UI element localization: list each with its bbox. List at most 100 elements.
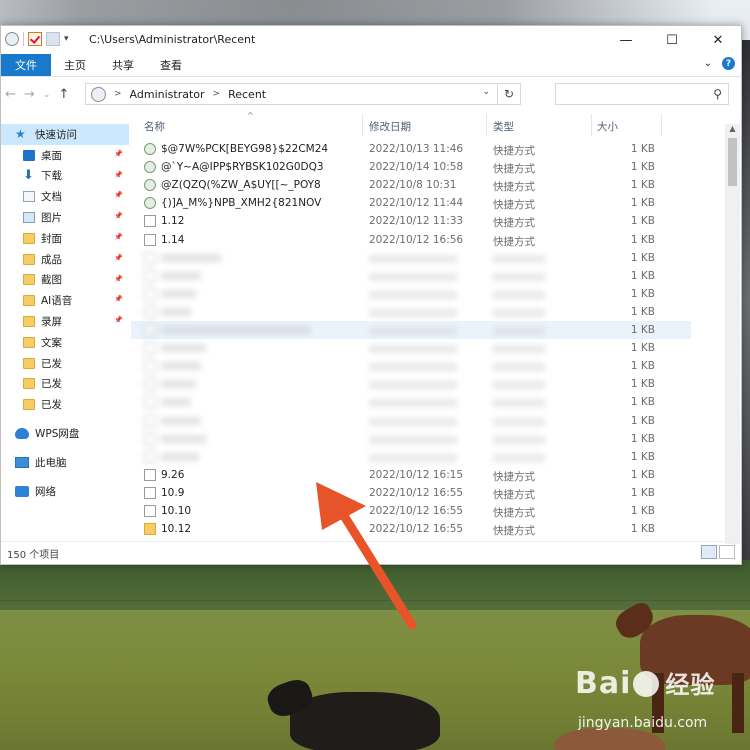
table-row[interactable]: 1 KB xyxy=(131,393,691,411)
file-type: 快捷方式 xyxy=(493,217,535,230)
sidebar-item[interactable]: 桌面 📌 xyxy=(1,145,129,166)
breadcrumb-administrator[interactable]: Administrator xyxy=(130,88,205,101)
table-row[interactable]: {)]A_M%}NPB_XMH2{821NOV 2022/10/12 11:44 快… xyxy=(131,194,691,212)
search-icon[interactable]: ⚲ xyxy=(713,87,722,101)
file-date: 2022/10/12 16:55 xyxy=(369,505,464,517)
sidebar-item-this-pc[interactable]: 此电脑 xyxy=(1,452,129,473)
tab-view[interactable]: 查看 xyxy=(147,54,195,76)
ribbon-tabs: 文件 主页 共享 查看 ⌄ ? xyxy=(1,54,741,77)
new-folder-icon[interactable] xyxy=(46,32,60,46)
table-row[interactable]: 9.26 2022/10/12 16:15 快捷方式 1 KB xyxy=(131,466,691,484)
network-folder-icon xyxy=(5,32,19,46)
refresh-icon[interactable]: ↻ xyxy=(497,84,520,104)
file-name xyxy=(161,253,221,262)
table-row[interactable]: 1 KB xyxy=(131,267,691,285)
sidebar-item-wps-cloud[interactable]: WPS网盘 xyxy=(1,423,129,444)
address-dropdown-icon[interactable]: ⌄ xyxy=(482,87,490,97)
cloud-icon xyxy=(15,428,29,440)
customize-toolbar-dropdown-icon[interactable]: ▾ xyxy=(64,34,69,44)
file-name xyxy=(161,344,206,353)
table-row[interactable]: 1.12 2022/10/12 11:33 快捷方式 1 KB xyxy=(131,212,691,230)
sidebar-item[interactable]: 已发 xyxy=(1,374,129,395)
minimize-button[interactable]: — xyxy=(603,26,649,54)
pin-icon: 📌 xyxy=(114,191,123,200)
table-row[interactable]: 1 KB xyxy=(131,357,691,375)
table-row[interactable]: 1.14 2022/10/12 16:56 快捷方式 1 KB xyxy=(131,231,691,249)
scroll-up-icon[interactable]: ▲ xyxy=(725,124,740,136)
breadcrumb-separator-icon[interactable]: > xyxy=(114,89,122,99)
file-size: 1 KB xyxy=(630,179,655,192)
sidebar-item[interactable]: 已发 xyxy=(1,353,129,374)
sidebar-item[interactable]: 截图 📌 xyxy=(1,270,129,291)
tab-share[interactable]: 共享 xyxy=(99,54,147,76)
large-icons-view-icon[interactable] xyxy=(719,545,735,559)
forward-arrow-icon[interactable]: → xyxy=(24,87,35,102)
sidebar-item-label: AI语音 xyxy=(41,295,73,308)
tab-home[interactable]: 主页 xyxy=(51,54,99,76)
column-divider[interactable] xyxy=(591,114,592,136)
sidebar-item[interactable]: AI语音 📌 xyxy=(1,290,129,311)
sidebar-item-label: 封面 xyxy=(41,232,62,245)
file-name xyxy=(161,380,196,389)
sidebar-item[interactable]: 文案 xyxy=(1,332,129,353)
sidebar-item[interactable]: 封面 📌 xyxy=(1,228,129,249)
sidebar-item[interactable]: ⬇ 下载 📌 xyxy=(1,166,129,187)
table-row[interactable]: $@7W%PCK[BEYG98}$22CM24 2022/10/13 11:46 快… xyxy=(131,140,691,158)
column-divider[interactable] xyxy=(362,114,363,136)
sidebar-item-label: 已发 xyxy=(41,378,62,391)
table-row[interactable]: 10.9 2022/10/12 16:55 快捷方式 1 KB xyxy=(131,484,691,502)
column-header-size[interactable]: 大小 xyxy=(597,119,618,134)
table-row[interactable]: 1 KB xyxy=(131,375,691,393)
back-arrow-icon[interactable]: ← xyxy=(5,87,16,102)
up-arrow-icon[interactable]: ↑ xyxy=(58,87,69,102)
table-row[interactable]: 1 KB xyxy=(131,448,691,466)
sidebar-item[interactable]: 文档 📌 xyxy=(1,186,129,207)
breadcrumb-separator-icon[interactable]: > xyxy=(213,89,221,99)
sidebar-item[interactable]: 成品 📌 xyxy=(1,249,129,270)
table-row[interactable]: 1 KB xyxy=(131,430,691,448)
sidebar-item[interactable]: 图片 📌 xyxy=(1,207,129,228)
sidebar-item[interactable]: 已发 xyxy=(1,394,129,415)
table-row[interactable]: 1 KB xyxy=(131,285,691,303)
file-date xyxy=(369,308,457,317)
sidebar-item-quick-access[interactable]: ★ 快速访问 xyxy=(1,124,129,145)
table-row[interactable]: @Z(QZQ(%ZW_A$UY[[~_POY8 2022/10/8 10:31 快捷… xyxy=(131,176,691,194)
file-name-cell: 9.26 xyxy=(144,468,184,481)
help-icon[interactable]: ? xyxy=(722,57,735,70)
tab-file[interactable]: 文件 xyxy=(1,54,51,76)
address-bar[interactable]: > Administrator > Recent ⌄ ↻ xyxy=(85,83,521,105)
sidebar-item[interactable]: 录屏 📌 xyxy=(1,311,129,332)
properties-icon[interactable] xyxy=(28,32,42,46)
maximize-button[interactable]: ☐ xyxy=(649,26,695,54)
table-row[interactable]: 10.10 2022/10/12 16:55 快捷方式 1 KB xyxy=(131,502,691,520)
column-header-type[interactable]: 类型 xyxy=(493,119,514,134)
breadcrumb-recent[interactable]: Recent xyxy=(228,88,266,101)
recent-locations-chevron-icon[interactable]: ⌄ xyxy=(43,87,51,102)
file-name-cell xyxy=(144,342,206,355)
table-row[interactable]: 1 KB xyxy=(131,303,691,321)
file-date: 2022/10/12 11:33 xyxy=(369,215,464,228)
search-box[interactable]: ⚲ xyxy=(555,83,729,105)
file-date: 2022/10/13 11:46 xyxy=(369,143,464,155)
table-row[interactable]: 10.12 2022/10/12 16:55 快捷方式 1 KB xyxy=(131,520,691,538)
file-name-cell xyxy=(144,269,201,282)
table-row[interactable]: @`Y~A@IPP$RYBSK102G0DQ3 2022/10/14 10:58 快… xyxy=(131,158,691,176)
search-input[interactable] xyxy=(560,85,704,105)
column-divider[interactable] xyxy=(486,114,487,136)
sidebar-item-network[interactable]: 网络 xyxy=(1,481,129,502)
column-divider[interactable] xyxy=(661,114,662,136)
table-row[interactable]: 1 KB xyxy=(131,339,691,357)
column-header-name[interactable]: 名称 xyxy=(144,119,165,134)
table-row[interactable]: 1 KB xyxy=(131,412,691,430)
close-button[interactable]: ✕ xyxy=(695,26,741,54)
column-header-date[interactable]: 修改日期 xyxy=(369,119,411,134)
file-name xyxy=(161,307,191,316)
scrollbar-thumb[interactable] xyxy=(728,138,737,186)
vertical-scrollbar[interactable]: ▲ xyxy=(725,124,740,544)
ribbon-right-controls: ⌄ ? xyxy=(704,57,735,70)
file-size: 1 KB xyxy=(630,197,655,210)
expand-ribbon-chevron-icon[interactable]: ⌄ xyxy=(704,58,712,69)
table-row[interactable]: 1 KB xyxy=(131,321,691,340)
details-view-icon[interactable] xyxy=(701,545,717,559)
table-row[interactable]: 1 KB xyxy=(131,249,691,267)
